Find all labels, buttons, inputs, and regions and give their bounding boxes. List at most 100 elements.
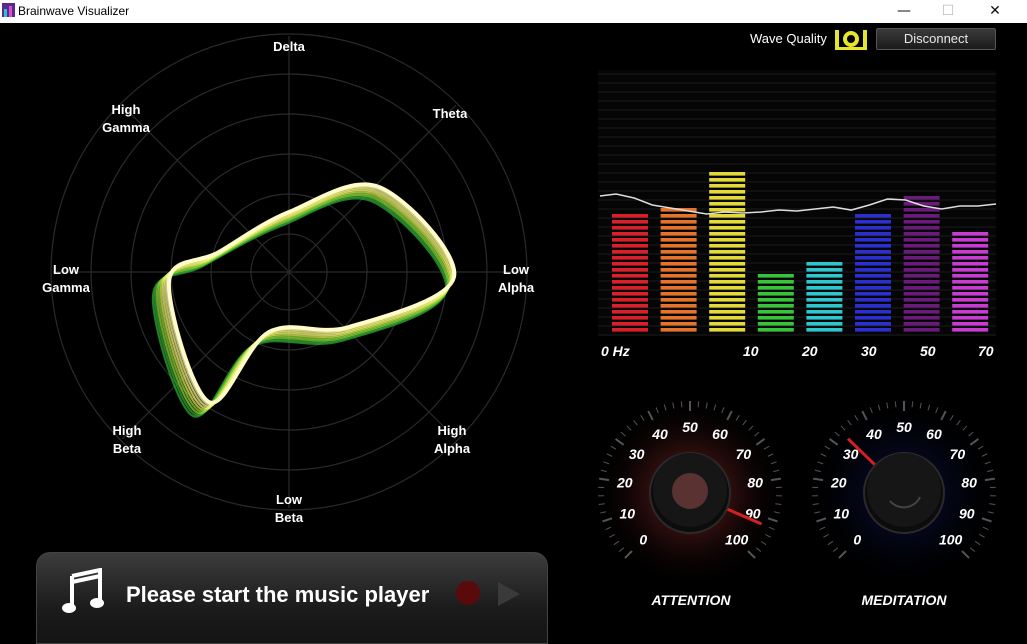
disconnect-button[interactable]: Disconnect [876,28,996,50]
spectrum-bar-segment [952,316,988,320]
spectrum-bar-segment [952,322,988,326]
hz-label: 50 [920,343,936,359]
spectrum-bar-segment [709,280,745,284]
spectrum-bar-segment [855,226,891,230]
spectrum-bar-segment [661,328,697,332]
gauge-tick-label: 80 [747,475,763,491]
spectrum-bar-segment [806,262,842,266]
spectrum-bar-segment [806,286,842,290]
gauge-tick-label: 0 [639,532,647,548]
spectrum-bar-segment [709,268,745,272]
radar-label-delta: Delta [262,38,316,56]
spectrum-bar-segment [661,322,697,326]
spectrum-bar-segment [661,298,697,302]
spectrum-bar-segment [904,214,940,218]
spectrum-bar-segment [661,304,697,308]
spectrum-bar-segment [758,316,794,320]
spectrum-bar-segment [661,226,697,230]
spectrum-bar-segment [612,220,648,224]
spectrum-bar-segment [709,208,745,212]
spectrum-bar-segment [758,328,794,332]
spectrum-bar-segment [855,250,891,254]
radar-label-low-alpha: LowAlpha [488,261,544,297]
spectrum-bar-segment [709,292,745,296]
spectrum-bar-segment [855,220,891,224]
spectrum-bar-segment [952,310,988,314]
frequency-spectrum [598,70,998,338]
gauge-tick-label: 0 [853,532,861,548]
spectrum-bar-segment [758,304,794,308]
spectrum-bar-segment [709,274,745,278]
gauge-tick-label: 20 [616,475,633,491]
spectrum-bar-segment [952,280,988,284]
spectrum-bar-segment [709,184,745,188]
spectrum-bar-segment [952,244,988,248]
spectrum-bar-segment [904,250,940,254]
spectrum-bar-segment [709,172,745,176]
spectrum-bar-segment [855,256,891,260]
play-icon[interactable] [498,582,520,606]
spectrum-bar-segment [612,268,648,272]
gauge-knob-face [867,453,941,527]
spectrum-bar-segment [855,310,891,314]
spectrum-bar-segment [855,268,891,272]
spectrum-bar-segment [904,238,940,242]
gauge-tick-label: 20 [830,475,847,491]
spectrum-bar-segment [855,244,891,248]
spectrum-bar-segment [661,262,697,266]
close-button[interactable]: ✕ [972,0,1018,23]
gauge-tick-label: 100 [939,532,963,548]
music-note-icon [62,568,106,614]
gauge-tick-label: 50 [896,419,912,435]
spectrum-bar-segment [952,232,988,236]
minimize-button[interactable]: — [881,0,927,23]
spectrum-bar-segment [758,274,794,278]
gauge-tick [698,401,699,407]
radar-label-low-gamma: LowGamma [36,261,96,297]
signal-quality-icon [834,27,868,51]
radar-label-theta: Theta [420,105,480,123]
spectrum-bar-segment [855,322,891,326]
spectrum-bar-segment [661,214,697,218]
spectrum-bar-segment [904,286,940,290]
spectrum-bar-segment [709,202,745,206]
spectrum-bar-segment [661,256,697,260]
hz-label: 30 [861,343,877,359]
spectrum-bar-segment [709,322,745,326]
spectrum-bar-segment [952,256,988,260]
spectrum-bar-segment [661,316,697,320]
spectrum-bar-segment [855,280,891,284]
spectrum-bar-segment [612,226,648,230]
gauge-tick-label: 50 [682,419,698,435]
hz-label: 70 [978,343,994,359]
spectrum-bar-segment [758,322,794,326]
spectrum-bar-segment [855,274,891,278]
spectrum-bar-segment [709,196,745,200]
spectrum-bar-segment [612,238,648,242]
spectrum-bar-segment [612,286,648,290]
spectrum-bar-segment [904,244,940,248]
spectrum-bar-segment [952,268,988,272]
spectrum-bar-segment [612,298,648,302]
spectrum-bar-segment [709,220,745,224]
spectrum-bar-segment [612,316,648,320]
record-icon[interactable] [456,581,480,605]
maximize-button[interactable]: ☐ [925,0,971,23]
radar-label-high-alpha: HighAlpha [424,422,480,458]
spectrum-bar-segment [855,328,891,332]
spectrum-bar-segment [904,298,940,302]
spectrum-bar-segment [904,232,940,236]
spectrum-bar-segment [904,262,940,266]
spectrum-bar-segment [661,280,697,284]
gauge-tick [912,401,913,407]
spectrum-bar-segment [952,292,988,296]
spectrum-bar-segment [806,280,842,284]
spectrum-bar-segment [709,286,745,290]
spectrum-bar-segment [709,244,745,248]
spectrum-bar-segment [806,328,842,332]
spectrum-bar-segment [612,304,648,308]
spectrum-bar-segment [612,328,648,332]
gauge-tick [681,401,682,407]
spectrum-bar [661,208,697,332]
spectrum-bar-segment [612,214,648,218]
